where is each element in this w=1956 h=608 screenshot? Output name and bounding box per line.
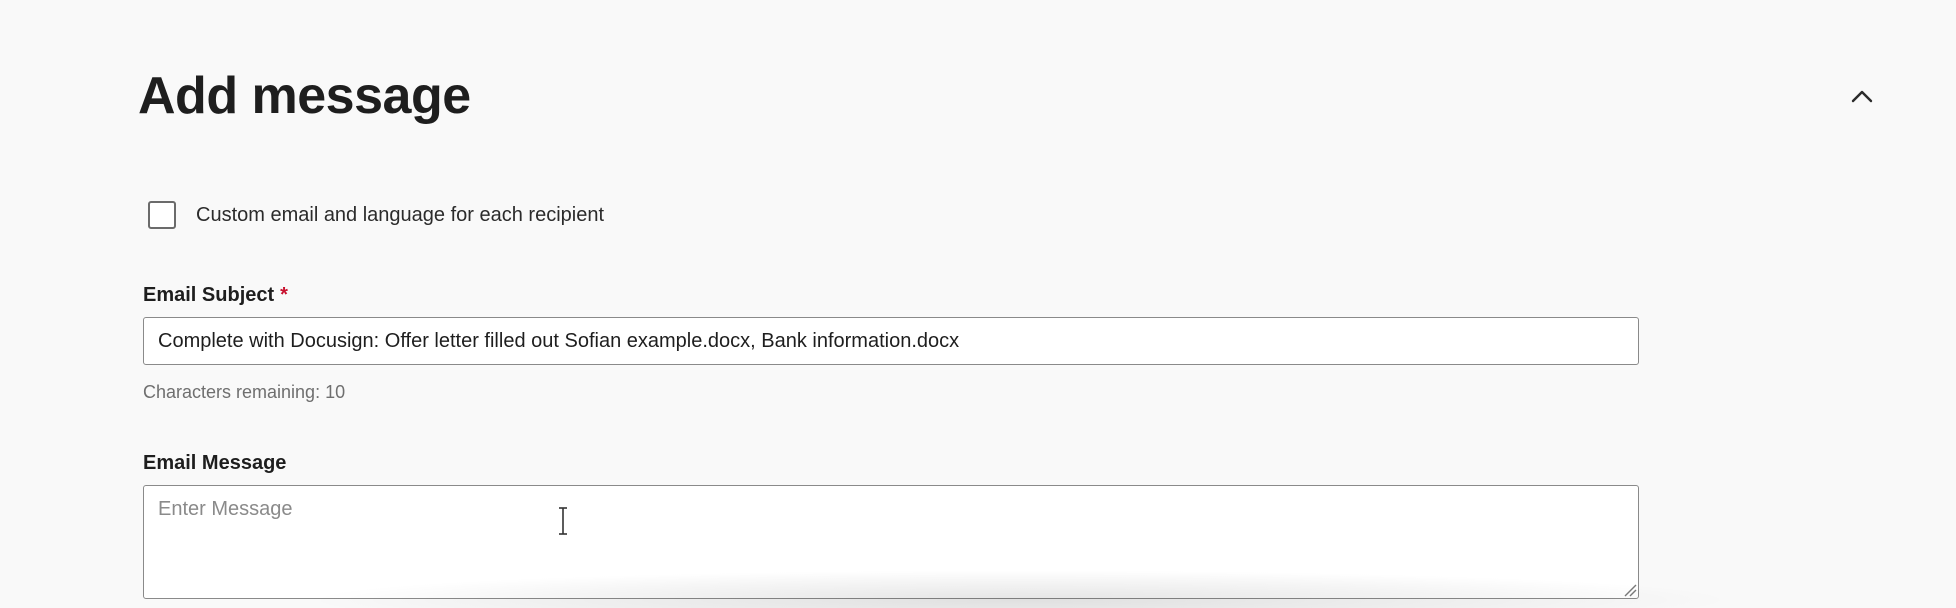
required-marker: * xyxy=(280,284,288,306)
chevron-up-icon xyxy=(1851,90,1873,103)
characters-remaining: Characters remaining: 10 xyxy=(143,382,346,402)
resize-handle-icon[interactable] xyxy=(1623,583,1637,597)
collapse-section-button[interactable] xyxy=(1844,78,1880,114)
email-subject-label-text: Email Subject xyxy=(143,284,275,306)
custom-email-checkbox[interactable] xyxy=(148,201,176,229)
email-subject-label: Email Subject * xyxy=(143,284,288,307)
section-title: Add message xyxy=(138,67,471,125)
custom-email-label: Custom email and language for each recip… xyxy=(196,203,605,226)
custom-email-option[interactable]: Custom email and language for each recip… xyxy=(148,201,604,229)
text-cursor-icon xyxy=(559,507,567,535)
email-message-label: Email Message xyxy=(143,452,287,474)
email-subject-input[interactable] xyxy=(143,317,1639,365)
add-message-page: Add message Custom email and language fo… xyxy=(0,0,1956,608)
email-message-textarea[interactable] xyxy=(143,485,1639,599)
